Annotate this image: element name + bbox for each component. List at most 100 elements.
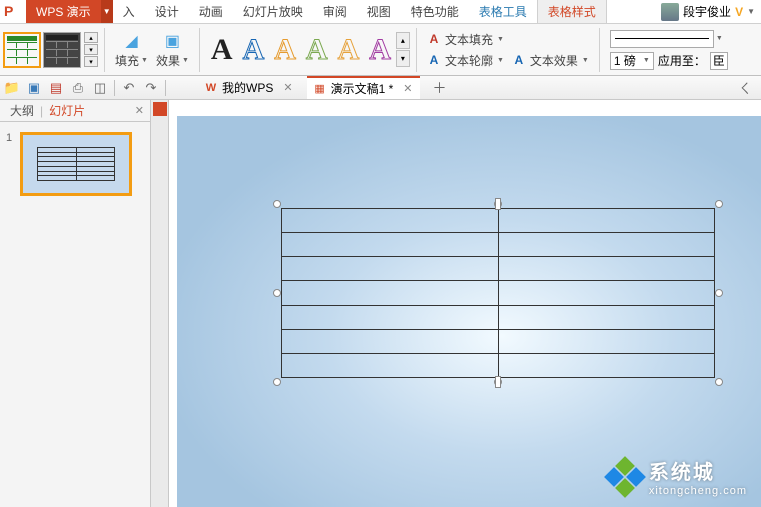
text-outline-button[interactable]: A 文本轮廓▼ [427,52,504,69]
column-handle[interactable] [495,198,501,210]
user-name: 段宇俊业 [683,3,731,20]
watermark-subtitle: xitongcheng.com [649,485,747,497]
new-tab-button[interactable]: ＋ [426,78,452,98]
menu-design[interactable]: 设计 [145,0,189,23]
undo-icon[interactable]: ↶ [121,80,137,96]
menu-table-style[interactable]: 表格样式 [537,0,607,23]
text-fill-icon: A [427,32,441,46]
wordart-preset-6[interactable]: A [364,33,396,67]
resize-handle[interactable] [273,378,281,386]
user-dropdown-icon: ▼ [747,7,755,16]
wordart-preset-4[interactable]: A [301,33,333,67]
wordart-preset-1[interactable]: A [206,33,238,67]
resize-handle[interactable] [715,200,723,208]
selected-table-object[interactable] [277,204,719,382]
user-area[interactable]: 段宇俊业 V ▼ [661,3,761,21]
user-vip-icon: V [735,5,743,19]
toolbar-separator [114,80,115,96]
slide-panel: 大纲 | 幻灯片 ✕ 1 [0,100,151,507]
watermark-logo-icon [607,459,643,495]
app-logo-icon: P [4,3,22,21]
menu-bar: P WPS 演示 ▼ 入 设计 动画 幻灯片放映 审阅 视图 特色功能 表格工具… [0,0,761,24]
wps-logo-icon: W [204,81,218,95]
slide-preview [20,132,132,196]
wordart-preset-3[interactable]: A [269,33,301,67]
chevron-down-icon: ▼ [497,57,504,64]
resize-handle[interactable] [715,289,723,297]
border-style-selector[interactable] [610,30,714,48]
save-icon[interactable]: ▣ [26,80,42,96]
tab-wps-home[interactable]: W 我的WPS ✕ [198,76,301,99]
apply-to-button[interactable]: 臣 [710,52,728,70]
redo-icon[interactable]: ↷ [143,80,159,96]
user-avatar-icon [661,3,679,21]
text-effects-icon: A [512,53,526,67]
table-style-preset-1[interactable] [3,32,41,68]
menu-table-tools[interactable]: 表格工具 [469,0,537,23]
column-handle[interactable] [495,376,501,388]
apply-to-label: 应用至： [658,52,706,69]
ribbon-toolbar: ▴▾▾ ◢ 填充▼ ▣ 效果▼ AAAAAA ▴▾ A 文本填充▼ A 文本轮廓… [0,24,761,76]
toolbar-separator [165,80,166,96]
ruler-marker-icon[interactable] [153,102,167,116]
slide-number: 1 [6,132,16,196]
resize-handle[interactable] [715,378,723,386]
menu-features[interactable]: 特色功能 [401,0,469,23]
resize-handle[interactable] [273,200,281,208]
panel-tab-bar: 大纲 | 幻灯片 ✕ [0,100,150,122]
text-outline-icon: A [427,53,441,67]
ribbon-separator [416,28,417,72]
close-panel-icon[interactable]: ✕ [135,104,144,117]
text-effects-button[interactable]: A 文本效果▼ [512,52,589,69]
menu-review[interactable]: 审阅 [313,0,357,23]
ruler-gutter [151,100,169,507]
wordart-preset-2[interactable]: A [238,33,270,67]
menu-view[interactable]: 视图 [357,0,401,23]
slide-thumbnail[interactable]: 1 [6,132,144,196]
tab-outline[interactable]: 大纲 [6,102,38,119]
chevron-down-icon: ▼ [182,57,189,64]
slide-thumbnail-list: 1 [0,122,150,206]
collapse-ribbon-icon[interactable]: ㄑ [737,80,753,96]
app-title[interactable]: WPS 演示 [26,0,101,23]
tab-document[interactable]: ▦ 演示文稿1 * ✕ [307,76,421,99]
chevron-down-icon[interactable]: ▼ [716,35,723,42]
wordart-preset-5[interactable]: A [333,33,365,67]
workspace: 大纲 | 幻灯片 ✕ 1 [0,100,761,507]
watermark: 系统城 xitongcheng.com [607,456,747,497]
table-style-preset-2[interactable] [43,32,81,68]
menu-animation[interactable]: 动画 [189,0,233,23]
watermark-title: 系统城 [649,456,747,485]
export-icon[interactable]: ▤ [48,80,64,96]
chevron-down-icon: ▼ [497,36,504,43]
tab-separator: | [40,104,43,118]
print-preview-icon[interactable]: ◫ [92,80,108,96]
ribbon-separator [599,28,600,72]
app-menu-dropdown[interactable]: ▼ [101,0,113,23]
paint-bucket-icon: ◢ [121,31,141,51]
menu-slideshow[interactable]: 幻灯片放映 [233,0,313,23]
border-weight-selector[interactable]: 1 磅▼ [610,52,654,70]
text-style-more[interactable]: ▴▾ [396,32,410,67]
tab-slides[interactable]: 幻灯片 [45,102,89,119]
print-icon[interactable]: ⎙ [70,80,86,96]
presentation-file-icon: ▦ [313,82,327,96]
slide-canvas-area [169,100,761,507]
close-icon[interactable]: ✕ [403,82,412,95]
effects-icon: ▣ [162,31,182,51]
close-icon[interactable]: ✕ [283,81,292,94]
chevron-down-icon: ▼ [582,57,589,64]
menu-insert[interactable]: 入 [113,0,145,23]
table-grid[interactable] [281,208,715,378]
ribbon-separator [199,28,200,72]
quick-access-toolbar: 📁 ▣ ▤ ⎙ ◫ ↶ ↷ W 我的WPS ✕ ▦ 演示文稿1 * ✕ ＋ ㄑ [0,76,761,100]
table-style-gallery-more[interactable]: ▴▾▾ [84,32,98,67]
ribbon-separator [104,28,105,72]
fill-button[interactable]: ◢ 填充▼ [111,31,152,69]
resize-handle[interactable] [273,289,281,297]
open-folder-icon[interactable]: 📁 [4,80,20,96]
text-fill-button[interactable]: A 文本填充▼ [427,31,589,48]
effects-button[interactable]: ▣ 效果▼ [152,31,193,69]
slide-canvas[interactable] [177,116,761,507]
chevron-down-icon: ▼ [141,57,148,64]
